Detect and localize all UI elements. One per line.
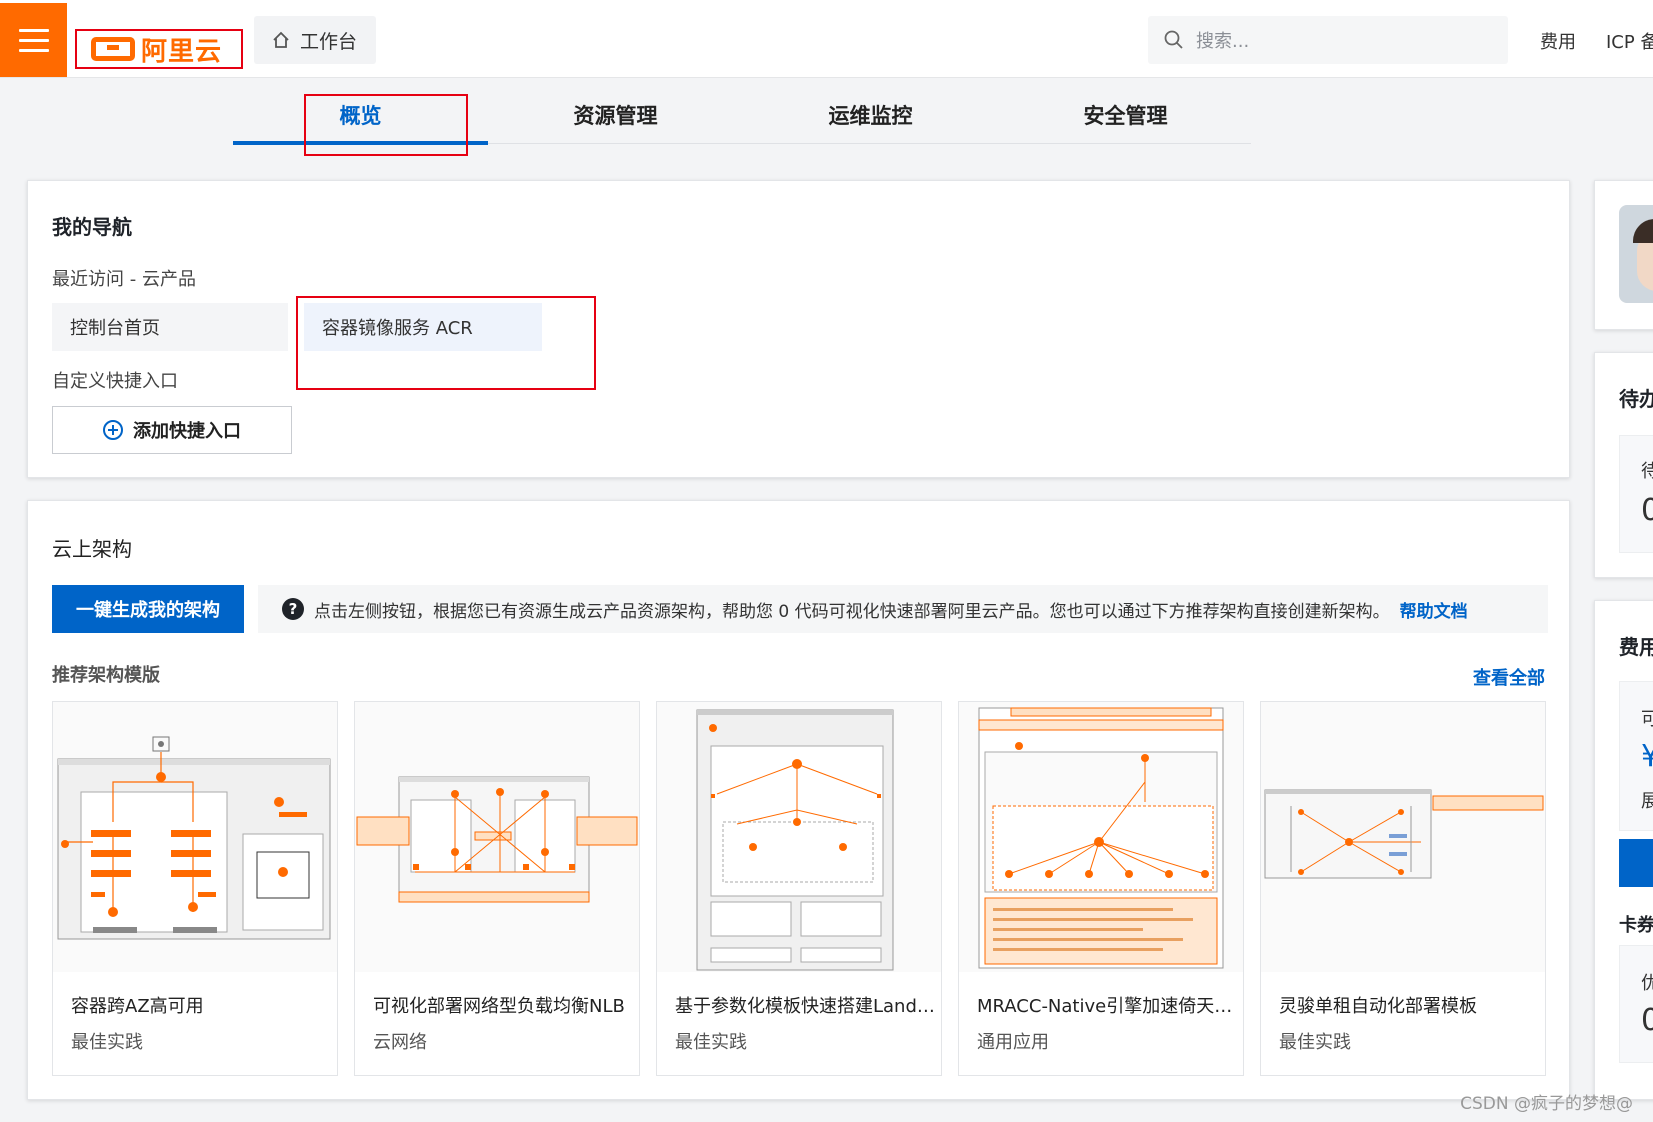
template-name: 灵骏单租自动化部署模板 bbox=[1279, 996, 1477, 1017]
template-category: 云网络 bbox=[373, 1032, 427, 1053]
tab-resource-management[interactable]: 资源管理 bbox=[488, 86, 743, 144]
recent-item-acr[interactable]: 容器镜像服务 ACR bbox=[304, 303, 542, 351]
tab-security-management[interactable]: 安全管理 bbox=[998, 86, 1253, 144]
recent-visits-label: 最近访问 - 云产品 bbox=[52, 269, 196, 290]
question-circle-icon: ? bbox=[282, 598, 304, 620]
icp-link[interactable]: ICP 备 bbox=[1606, 28, 1653, 54]
currency-symbol: ¥ bbox=[1641, 739, 1653, 774]
template-category: 最佳实践 bbox=[71, 1032, 143, 1053]
coupon-item-label: 优 bbox=[1641, 969, 1653, 995]
recharge-button[interactable] bbox=[1619, 839, 1653, 887]
cost-card: 费用 可 ¥ 展 卡券 优 0 bbox=[1594, 600, 1653, 1100]
workbench-button[interactable]: 工作台 bbox=[254, 16, 376, 64]
tip-text: 点击左侧按钮，根据您已有资源生成云产品资源架构，帮助您 0 代码可视化快速部署阿… bbox=[314, 601, 1390, 622]
template-card[interactable]: 基于参数化模板快速搭建Landin... 最佳实践 bbox=[656, 701, 942, 1076]
tab-ops-monitoring[interactable]: 运维监控 bbox=[743, 86, 998, 144]
my-navigation-title: 我的导航 bbox=[52, 215, 132, 239]
search-icon bbox=[1164, 30, 1183, 49]
plus-circle-icon bbox=[103, 420, 123, 440]
search-placeholder: 搜索... bbox=[1196, 31, 1250, 52]
my-navigation-card: 我的导航 最近访问 - 云产品 控制台首页 容器镜像服务 ACR 自定义快捷入口… bbox=[27, 180, 1570, 478]
template-name: 可视化部署网络型负载均衡NLB bbox=[373, 996, 625, 1017]
profile-card bbox=[1594, 180, 1653, 330]
todo-card: 待办 待 0 bbox=[1594, 352, 1653, 578]
cost-expand-link[interactable]: 展 bbox=[1641, 787, 1653, 813]
tab-overview[interactable]: 概览 bbox=[233, 86, 488, 145]
template-category: 通用应用 bbox=[977, 1032, 1049, 1053]
template-name: 基于参数化模板快速搭建Landin... bbox=[675, 996, 937, 1017]
add-shortcut-button[interactable]: 添加快捷入口 bbox=[52, 406, 292, 454]
cost-title: 费用 bbox=[1619, 635, 1653, 659]
main-tabs: 概览 资源管理 运维监控 安全管理 bbox=[233, 86, 1253, 145]
cost-item-label: 可 bbox=[1641, 705, 1653, 731]
template-diagram-thumbnail bbox=[53, 702, 337, 972]
template-name: 容器跨AZ高可用 bbox=[71, 996, 204, 1017]
template-diagram-thumbnail bbox=[1261, 702, 1545, 972]
fees-link[interactable]: 费用 bbox=[1540, 28, 1576, 54]
template-card[interactable]: MRACC-Native引擎加速倚天EC... 通用应用 bbox=[958, 701, 1244, 1076]
todo-count: 0 bbox=[1641, 493, 1653, 528]
todo-item-label: 待 bbox=[1641, 457, 1653, 483]
hamburger-menu-icon[interactable] bbox=[0, 3, 67, 77]
template-diagram-thumbnail bbox=[355, 702, 639, 972]
template-card[interactable]: 可视化部署网络型负载均衡NLB 云网络 bbox=[354, 701, 640, 1076]
aliyun-logo[interactable]: 阿里云 bbox=[75, 29, 243, 69]
template-category: 最佳实践 bbox=[1279, 1032, 1351, 1053]
todo-title: 待办 bbox=[1619, 387, 1653, 411]
aliyun-logo-mark-icon bbox=[91, 37, 135, 61]
recent-item-console-home[interactable]: 控制台首页 bbox=[52, 303, 288, 351]
template-diagram-thumbnail bbox=[959, 702, 1243, 972]
architecture-tip: ? 点击左侧按钮，根据您已有资源生成云产品资源架构，帮助您 0 代码可视化快速部… bbox=[258, 585, 1548, 633]
template-category: 最佳实践 bbox=[675, 1032, 747, 1053]
template-diagram-thumbnail bbox=[657, 702, 941, 972]
template-card[interactable]: 容器跨AZ高可用 最佳实践 bbox=[52, 701, 338, 1076]
logo-text: 阿里云 bbox=[141, 36, 223, 67]
watermark-text: CSDN @疯子的梦想@ bbox=[1460, 1094, 1633, 1114]
home-icon bbox=[273, 31, 289, 48]
coupon-title: 卡券 bbox=[1619, 915, 1653, 936]
cloud-architecture-title: 云上架构 bbox=[52, 537, 132, 561]
recommended-templates-title: 推荐架构模版 bbox=[52, 665, 160, 686]
view-all-link[interactable]: 查看全部 bbox=[1473, 664, 1545, 690]
cloud-architecture-card: 云上架构 一键生成我的架构 ? 点击左侧按钮，根据您已有资源生成云产品资源架构，… bbox=[27, 500, 1570, 1100]
top-bar: 阿里云 工作台 搜索... 费用 ICP 备 bbox=[0, 0, 1653, 78]
help-docs-link[interactable]: 帮助文档 bbox=[1400, 597, 1468, 622]
avatar[interactable] bbox=[1619, 205, 1653, 303]
workbench-label: 工作台 bbox=[300, 30, 358, 53]
template-card[interactable]: 灵骏单租自动化部署模板 最佳实践 bbox=[1260, 701, 1546, 1076]
template-name: MRACC-Native引擎加速倚天EC... bbox=[977, 996, 1239, 1017]
search-input[interactable]: 搜索... bbox=[1148, 16, 1508, 64]
add-shortcut-label: 添加快捷入口 bbox=[133, 421, 241, 442]
coupon-count: 0 bbox=[1641, 1003, 1653, 1038]
custom-shortcuts-label: 自定义快捷入口 bbox=[52, 371, 178, 392]
generate-architecture-button[interactable]: 一键生成我的架构 bbox=[52, 585, 244, 633]
